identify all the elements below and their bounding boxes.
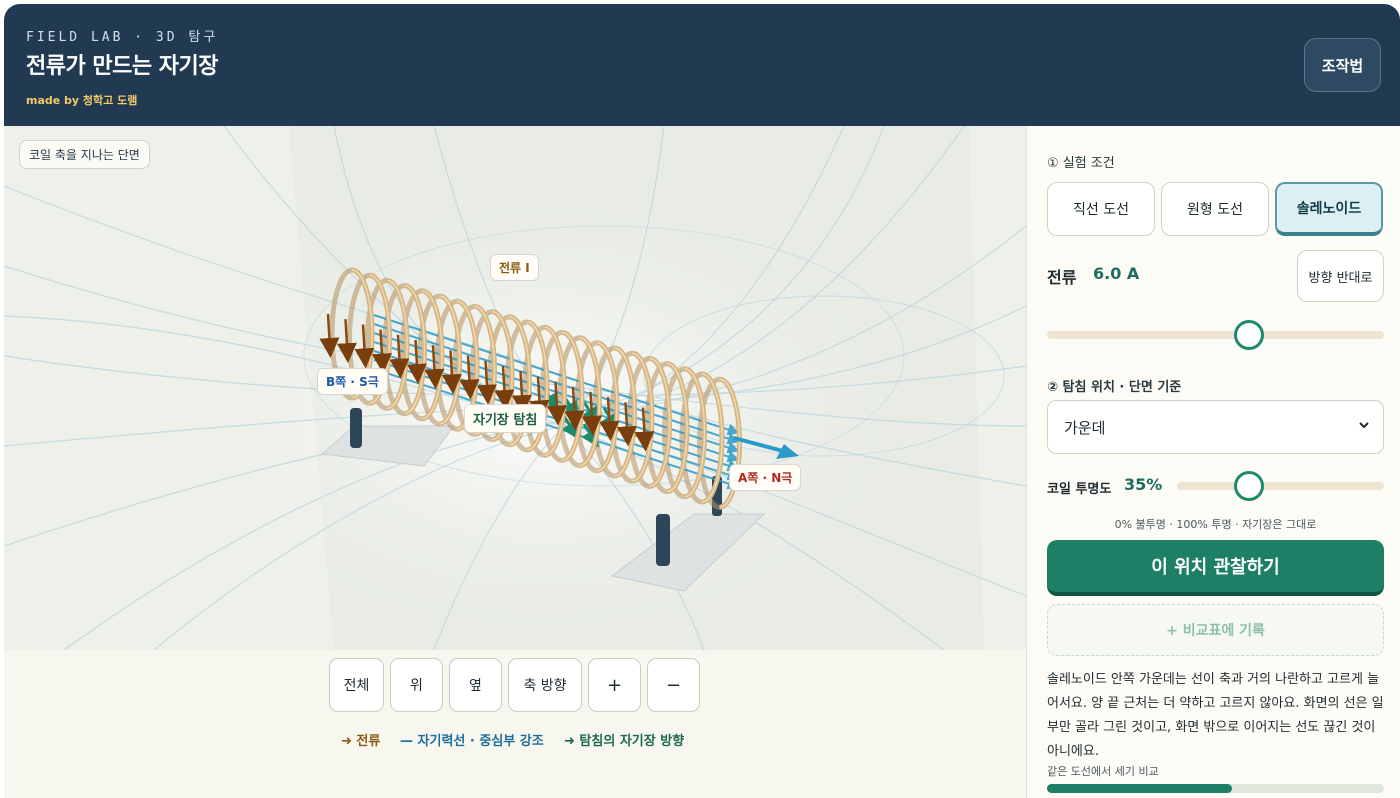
explanation-text: 솔레노이드 안쪽 가운데는 선이 축과 거의 나란하고 고르게 늘어서요. 양 … xyxy=(1047,672,1384,759)
reverse-direction-button[interactable]: 방향 반대로 xyxy=(1297,250,1384,302)
app-window: FIELD LAB · 3D 탐구 전류가 만드는 자기장 made by 청학… xyxy=(4,4,1400,798)
brand-kicker: FIELD LAB · 3D 탐구 xyxy=(26,30,219,45)
view-top-button[interactable]: 위 xyxy=(390,658,443,712)
right-stand-post xyxy=(656,514,670,566)
opacity-hint: 0% 불투명 · 100% 투명 · 자기장은 그대로 xyxy=(1114,518,1317,531)
compare-label: 같은 도선에서 세기 비교 xyxy=(1047,765,1159,778)
zoom-in-button[interactable]: + xyxy=(588,658,641,712)
current-field-label: 전류 xyxy=(1047,268,1077,287)
opacity-slider-track[interactable] xyxy=(1177,482,1384,490)
opacity-slider-knob[interactable] xyxy=(1234,471,1265,501)
legend-probe-direction: ➜ 탐침의 자기장 방향 xyxy=(564,734,685,749)
control-panel: ① 실험 조건 직선 도선 원형 도선 솔레노이드 전류 6.0 A 방향 반대… xyxy=(1026,126,1400,798)
probe-label[interactable]: 자기장 탐침 xyxy=(464,404,547,433)
probe-position-select[interactable]: 가운데 xyxy=(1047,400,1384,454)
left-stand-post xyxy=(350,408,362,448)
current-value: 6.0 A xyxy=(1093,264,1140,283)
view-side-button[interactable]: 옆 xyxy=(449,658,502,712)
view-controls: 전체 위 옆 축 방향 + − ➜ 전류 — 자기력선 · 중심부 강조 ➜ 탐… xyxy=(4,650,1026,798)
header-bar: FIELD LAB · 3D 탐구 전류가 만드는 자기장 made by 청학… xyxy=(4,4,1400,126)
section-tag: 코일 축을 지나는 단면 xyxy=(19,140,150,169)
help-button[interactable]: 조작법 xyxy=(1304,38,1381,92)
legend-current: ➜ 전류 xyxy=(341,734,381,749)
condition-solenoid[interactable]: 솔레노이드 xyxy=(1275,182,1383,236)
compare-bar-track xyxy=(1047,784,1384,793)
page-title: 전류가 만드는 자기장 xyxy=(26,54,218,79)
solenoid-scene[interactable] xyxy=(4,126,1026,650)
condition-circular-loop[interactable]: 원형 도선 xyxy=(1161,182,1269,236)
legend-field-line: — 자기력선 · 중심부 강조 xyxy=(400,734,544,749)
opacity-field-label: 코일 투명도 xyxy=(1047,482,1112,497)
a-side-label: A쪽 · N극 xyxy=(729,464,802,491)
opacity-value: 35% xyxy=(1124,475,1163,494)
b-side-label: B쪽 · S극 xyxy=(317,368,388,395)
chevron-down-icon xyxy=(1359,422,1369,429)
current-slider-track[interactable] xyxy=(1047,331,1384,339)
view-axis-button[interactable]: 축 방향 xyxy=(508,658,582,712)
section1-title: ① 실험 조건 xyxy=(1047,156,1115,171)
record-to-table-button[interactable]: + 비교표에 기록 xyxy=(1047,604,1384,656)
condition-straight-wire[interactable]: 직선 도선 xyxy=(1047,182,1155,236)
view-all-button[interactable]: 전체 xyxy=(329,658,384,712)
3d-viewport[interactable]: 코일 축을 지나는 단면 전류 I B쪽 · S극 자기장 탐침 A쪽 · N극 xyxy=(4,126,1026,650)
section2-title: ② 탐침 위치 · 단면 기준 xyxy=(1047,380,1182,395)
zoom-out-button[interactable]: − xyxy=(647,658,700,712)
observe-button[interactable]: 이 위치 관찰하기 xyxy=(1047,540,1384,596)
probe-position-value: 가운데 xyxy=(1064,418,1106,437)
current-slider-knob[interactable] xyxy=(1234,320,1265,350)
author-byline: made by 청학고 도램 xyxy=(26,94,138,107)
compare-bar-fill xyxy=(1047,784,1233,793)
current-label: 전류 I xyxy=(490,254,539,281)
